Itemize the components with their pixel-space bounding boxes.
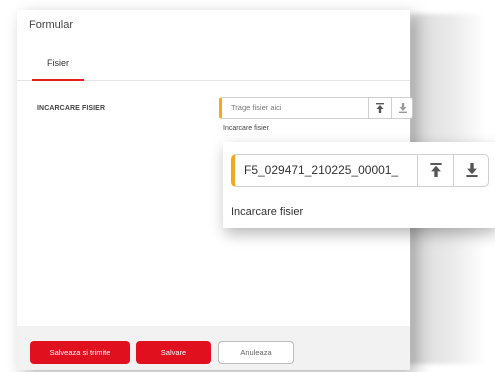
file-upload-helper-text: Incarcare fisier xyxy=(223,125,269,132)
tab-bar: Fisier xyxy=(17,52,410,81)
file-drop-placeholder: Trage fisier aici xyxy=(231,103,282,112)
page-title: Formular xyxy=(29,19,74,31)
download-icon xyxy=(399,103,407,113)
upload-button-zoomed[interactable] xyxy=(417,155,454,186)
upload-icon xyxy=(376,103,384,113)
file-upload-field-zoomed[interactable]: F5_029471_210225_00001_ xyxy=(231,154,489,187)
save-button[interactable]: Salvare xyxy=(136,341,211,364)
save-submit-button[interactable]: Salveaza si trimite xyxy=(30,341,130,364)
file-upload-helper-text-zoomed: Incarcare fisier xyxy=(231,206,304,218)
upload-button[interactable] xyxy=(368,98,391,118)
download-icon xyxy=(466,163,478,177)
field-label-incarcare-fisier: INCARCARE FISIER xyxy=(37,105,106,112)
download-button[interactable] xyxy=(391,98,414,118)
upload-icon xyxy=(430,163,442,177)
cancel-button[interactable]: Anuleaza xyxy=(218,341,294,364)
uploaded-file-name: F5_029471_210225_00001_ xyxy=(244,163,399,177)
form-footer: Salveaza si trimite Salvare Anuleaza xyxy=(17,326,410,370)
file-drop-input[interactable]: Trage fisier aici xyxy=(219,97,413,119)
zoomed-upload-callout: F5_029471_210225_00001_ Incarcare fisier xyxy=(223,142,495,228)
tab-fisier[interactable]: Fisier xyxy=(32,52,84,81)
download-button-zoomed[interactable] xyxy=(453,155,490,186)
